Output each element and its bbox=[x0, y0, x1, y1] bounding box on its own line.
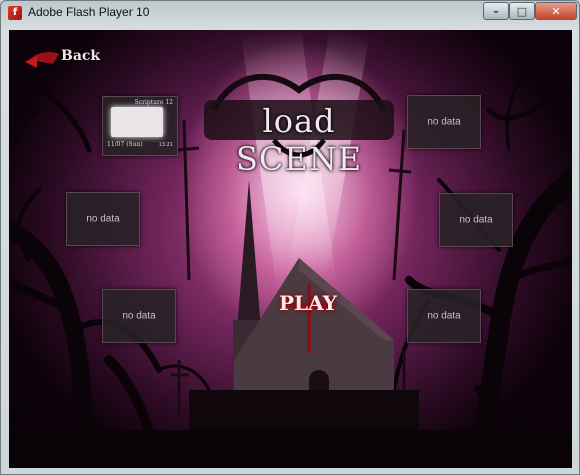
save-slot-right-1[interactable]: no data bbox=[407, 95, 481, 149]
game-stage: Back load SCENE Scripture 12 11/07 (Sun)… bbox=[9, 30, 572, 468]
save-slot-left-3[interactable]: no data bbox=[102, 289, 176, 343]
save-slot-right-3[interactable]: no data bbox=[407, 289, 481, 343]
window-title: Adobe Flash Player 10 bbox=[28, 5, 150, 19]
flash-player-icon: f bbox=[8, 6, 22, 20]
save-date: 11/07 (Sun) bbox=[107, 141, 143, 148]
heading-frame: load SCENE bbox=[194, 70, 404, 178]
save-time: 13:21 bbox=[158, 142, 173, 148]
play-button[interactable]: PLAY bbox=[269, 283, 339, 353]
maximize-button[interactable]: □ bbox=[509, 2, 535, 20]
slot-empty-label: no data bbox=[86, 213, 120, 225]
title-bar[interactable]: f Adobe Flash Player 10 – □ ✕ bbox=[1, 1, 579, 25]
save-name: Scripture 12 bbox=[134, 99, 173, 106]
play-label: PLAY bbox=[279, 291, 337, 315]
back-label: Back bbox=[61, 48, 101, 64]
minimize-button[interactable]: – bbox=[483, 2, 509, 20]
slot-empty-label: no data bbox=[459, 214, 493, 226]
save-slot-right-2[interactable]: no data bbox=[439, 193, 513, 247]
page-title: load SCENE bbox=[235, 102, 363, 178]
save-thumbnail bbox=[111, 107, 163, 137]
close-button[interactable]: ✕ bbox=[535, 2, 577, 20]
slot-empty-label: no data bbox=[122, 310, 156, 322]
back-arrow-icon bbox=[25, 52, 59, 68]
back-button[interactable]: Back bbox=[23, 44, 100, 70]
slot-empty-label: no data bbox=[427, 310, 461, 322]
save-slot-left-1[interactable]: Scripture 12 11/07 (Sun) 13:21 bbox=[102, 96, 178, 156]
slot-empty-label: no data bbox=[427, 116, 461, 128]
flash-player-window: f Adobe Flash Player 10 – □ ✕ Back load … bbox=[0, 0, 580, 475]
cross-ornament-icon bbox=[289, 283, 329, 353]
save-slot-left-2[interactable]: no data bbox=[66, 192, 140, 246]
